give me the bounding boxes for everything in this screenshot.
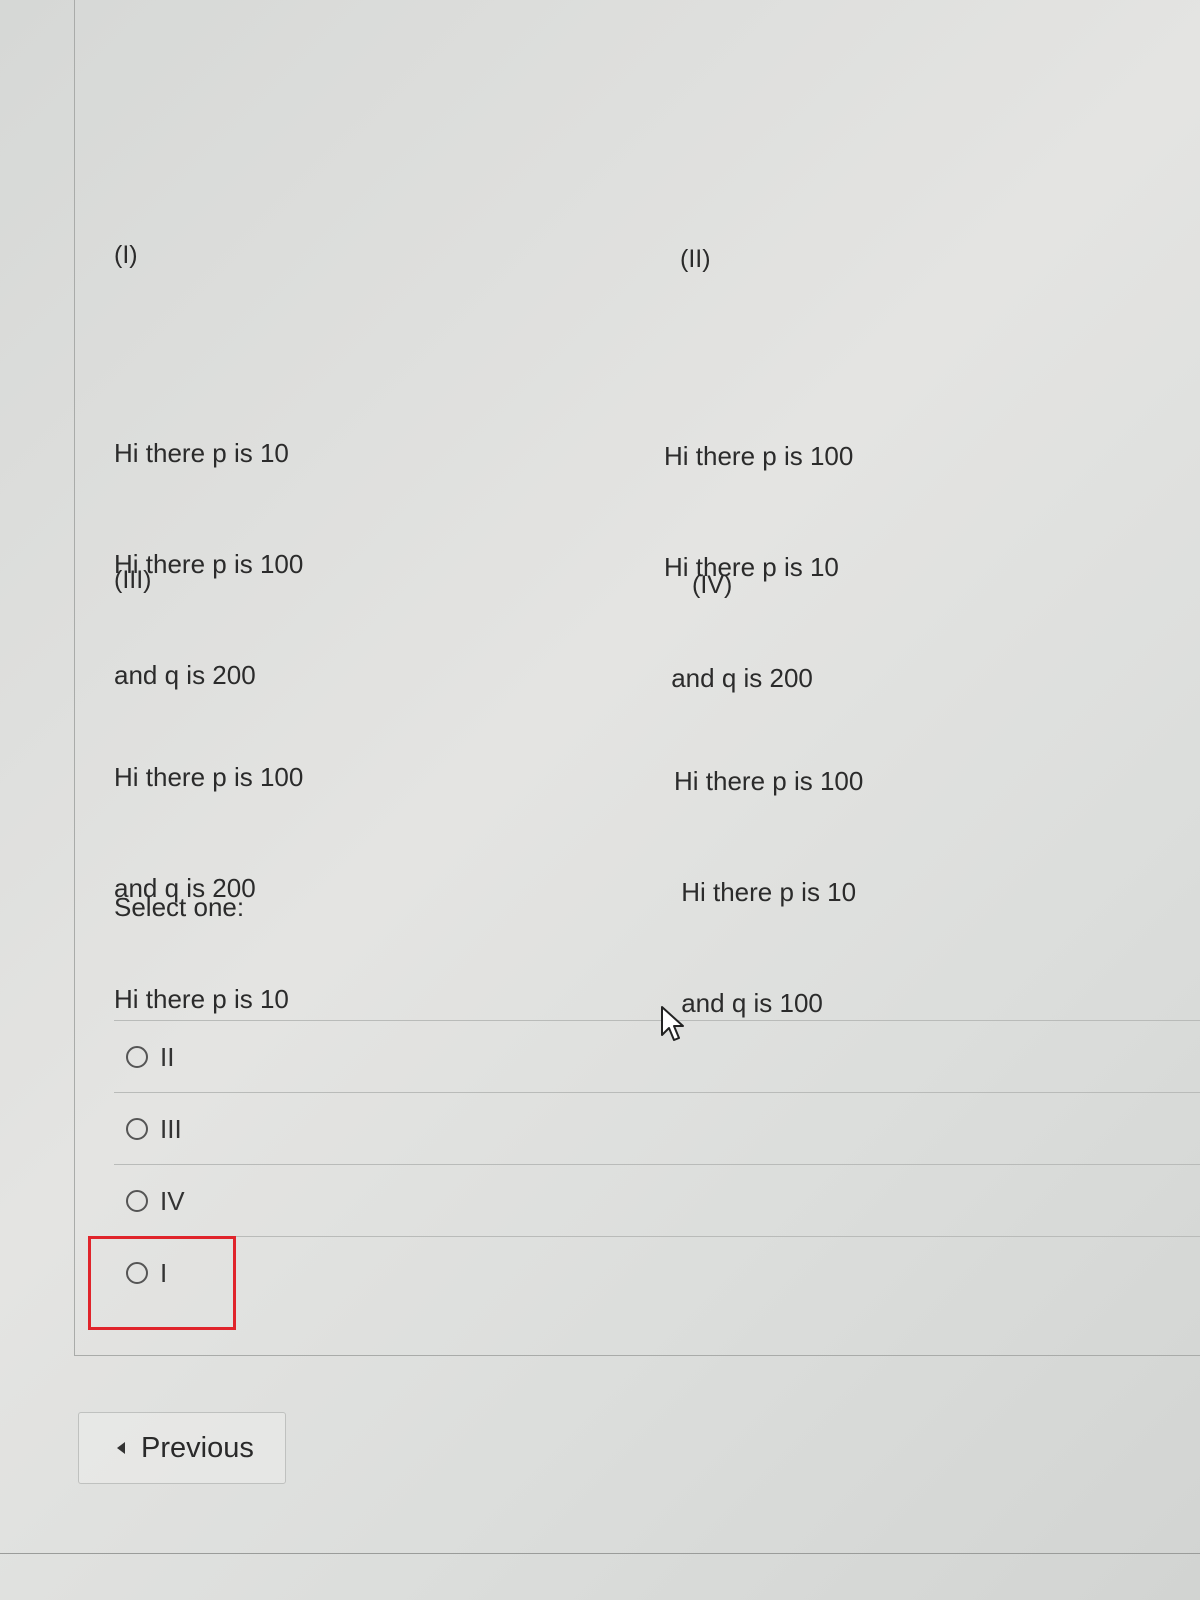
option-iii-line-1: Hi there p is 100 [114, 762, 304, 792]
answer-option-iv[interactable]: IV [114, 1164, 1200, 1236]
answer-label-iii: III [160, 1113, 182, 1144]
answer-label-ii: II [160, 1041, 175, 1072]
radio-button-iv[interactable] [126, 1189, 148, 1212]
option-iii-line-3: Hi there p is 10 [114, 984, 289, 1014]
option-iv-output: Hi there p is 100 Hi there p is 10 and q… [674, 689, 863, 1059]
answer-option-i[interactable]: I [114, 1236, 1200, 1308]
answer-label-iv: IV [160, 1185, 185, 1216]
option-iv-line-3: and q is 100 [674, 988, 823, 1018]
answer-list: II III IV I [114, 1020, 1200, 1308]
option-ii-label: (II) [680, 245, 711, 273]
answer-option-iii[interactable]: III [114, 1092, 1200, 1164]
option-ii-line-1: Hi there p is 100 [664, 441, 854, 471]
option-ii-output: Hi there p is 100 Hi there p is 10 and q… [664, 364, 853, 734]
caret-left-icon [117, 1442, 125, 1454]
mouse-pointer-icon [661, 1006, 684, 1041]
option-iii-output: Hi there p is 100 and q is 200 Hi there … [114, 685, 303, 1055]
previous-button[interactable]: Previous [78, 1412, 286, 1484]
radio-button-iii[interactable] [126, 1117, 148, 1140]
option-i-label: (I) [114, 241, 138, 269]
option-iv-line-2: Hi there p is 10 [674, 877, 857, 907]
option-i-line-1: Hi there p is 10 [114, 438, 289, 468]
page-divider [0, 1553, 1200, 1554]
option-i-output: Hi there p is 10 Hi there p is 100 and q… [114, 361, 303, 731]
highlight-box [88, 1236, 236, 1330]
option-iv-line-1: Hi there p is 100 [674, 766, 864, 796]
select-one-prompt: Select one: [114, 892, 245, 922]
option-iii-label: (III) [114, 566, 152, 594]
radio-button-ii[interactable] [126, 1045, 148, 1068]
previous-button-label: Previous [141, 1431, 254, 1464]
answer-option-ii[interactable]: II [114, 1020, 1200, 1092]
option-iv-label: (IV) [692, 571, 733, 599]
